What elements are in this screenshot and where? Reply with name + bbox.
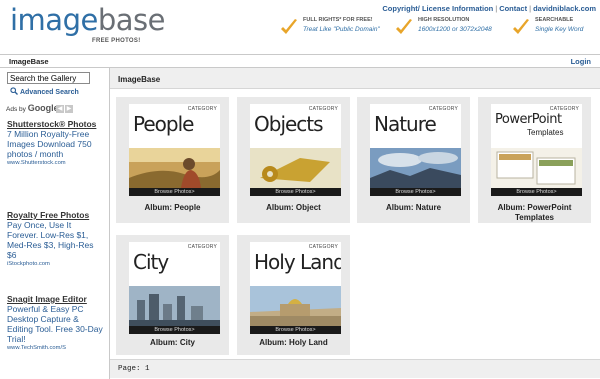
checkmark-icon: [396, 19, 412, 34]
ad-shutterstock[interactable]: Shutterstock® Photos 7 Million Royalty-F…: [7, 119, 103, 167]
feature-high-resolution: HIGH RESOLUTION 1600x1200 or 3072x2048: [395, 16, 505, 42]
feature-searchable: SEARCHABLE Single Key Word: [512, 16, 596, 42]
browse-photos-link[interactable]: Browse Photos>: [250, 188, 341, 196]
album-thumb-title: City: [133, 250, 169, 274]
category-label: CATEGORY: [187, 244, 217, 250]
album-label[interactable]: Album: People: [116, 203, 229, 213]
logo-text-base: base: [97, 3, 166, 37]
album-label[interactable]: Album: PowerPoint Templates: [478, 203, 591, 223]
logo-text-image: image: [10, 3, 98, 37]
album-thumbnail[interactable]: CATEGORY PowerPoint Templates Browse Pho…: [491, 104, 582, 196]
album-thumb-title: PowerPoint: [495, 112, 562, 127]
browse-photos-link[interactable]: Browse Photos>: [129, 326, 220, 334]
top-links: Copyright/ License Information | Contact | d…: [382, 4, 596, 13]
ads-next-icon[interactable]: ▶: [65, 105, 73, 113]
city-photo: [129, 286, 220, 326]
album-thumb-title: Nature: [374, 112, 437, 136]
album-tile-city[interactable]: CATEGORY City Browse Photos> Album: City: [116, 235, 229, 355]
nav-title[interactable]: ImageBase: [9, 57, 49, 66]
sidebar: Advanced Search Ads by Google ◀▶ Shutter…: [0, 68, 108, 379]
site-logo[interactable]: imagebase: [10, 6, 165, 35]
ad-snagit[interactable]: Snagit Image Editor Powerful & Easy PC D…: [7, 294, 103, 352]
feature-subtitle: 1600x1200 or 3072x2048: [418, 26, 492, 33]
powerpoint-photo: [491, 148, 582, 188]
feature-subtitle: Treat Like "Public Domain": [303, 26, 380, 33]
advanced-search-label: Advanced Search: [20, 89, 79, 96]
album-thumb-title: Holy Land: [254, 250, 341, 274]
ads-prev-icon[interactable]: ◀: [56, 105, 64, 113]
feature-title: SEARCHABLE: [535, 17, 574, 23]
feature-title: FULL RIGHTS* FOR FREE!: [303, 17, 373, 23]
ad-body[interactable]: Pay Once, Use It Forever. Low-Res $1, Me…: [7, 220, 103, 260]
logo-tagline: FREE PHOTOS!: [92, 38, 141, 44]
search-input[interactable]: [7, 72, 90, 84]
album-label[interactable]: Album: Object: [237, 203, 350, 213]
album-tile-powerpoint-templates[interactable]: CATEGORY PowerPoint Templates Browse Pho…: [478, 97, 591, 223]
ad-url[interactable]: www.TechSmith.com/S: [7, 344, 103, 352]
album-grid: CATEGORY People Browse Photos> Album: Pe…: [110, 90, 600, 356]
checkmark-icon: [513, 19, 529, 34]
site-header: imagebase FREE PHOTOS! Copyright/ Licens…: [0, 0, 600, 54]
ad-title[interactable]: Snagit Image Editor: [7, 294, 103, 304]
album-tile-nature[interactable]: CATEGORY Nature Browse Photos> Album: Na…: [357, 97, 470, 223]
main-title-bar: ImageBase: [110, 68, 600, 89]
album-label[interactable]: Album: Nature: [357, 203, 470, 213]
advanced-search-link[interactable]: Advanced Search: [10, 87, 79, 96]
album-tile-people[interactable]: CATEGORY People Browse Photos> Album: Pe…: [116, 97, 229, 223]
contact-link[interactable]: Contact: [499, 4, 527, 13]
ads-by-label: Ads by: [6, 106, 26, 113]
feature-full-rights: FULL RIGHTS* FOR FREE! Treat Like "Publi…: [280, 16, 400, 42]
browse-photos-link[interactable]: Browse Photos>: [129, 188, 220, 196]
objects-photo: [250, 148, 341, 188]
album-thumbnail[interactable]: CATEGORY City Browse Photos>: [129, 242, 220, 334]
login-link[interactable]: Login: [571, 57, 591, 66]
album-thumbnail[interactable]: CATEGORY Nature Browse Photos>: [370, 104, 461, 196]
ads-by-google[interactable]: Ads by Google: [6, 103, 59, 113]
ad-url[interactable]: iStockphoto.com: [7, 260, 103, 268]
album-thumb-subtitle: Templates: [527, 128, 564, 137]
feature-subtitle: Single Key Word: [535, 26, 584, 33]
browse-photos-link[interactable]: Browse Photos>: [370, 188, 461, 196]
album-label[interactable]: Album: City: [116, 338, 229, 348]
holy-land-photo: [250, 286, 341, 326]
album-thumb-title: People: [133, 112, 194, 136]
browse-photos-link[interactable]: Browse Photos>: [250, 326, 341, 334]
google-logo: Google: [27, 103, 59, 113]
album-tile-objects[interactable]: CATEGORY Objects Browse Photos> Album: O…: [237, 97, 350, 223]
page-number[interactable]: Page: 1: [118, 365, 150, 373]
browse-photos-link[interactable]: Browse Photos>: [491, 188, 582, 196]
ad-title[interactable]: Shutterstock® Photos: [7, 119, 103, 129]
main-title: ImageBase: [118, 75, 161, 84]
nav-bar: ImageBase Login: [0, 54, 600, 68]
album-tile-holy-land[interactable]: CATEGORY Holy Land Browse Photos> Album:…: [237, 235, 350, 355]
ad-istockphoto[interactable]: Royalty Free Photos Pay Once, Use It For…: [7, 210, 103, 268]
davidniblack-link[interactable]: davidniblack.com: [533, 4, 596, 13]
ad-body[interactable]: 7 Million Royalty-Free Images Download 7…: [7, 129, 103, 159]
album-thumbnail[interactable]: CATEGORY People Browse Photos>: [129, 104, 220, 196]
pager: Page: 1: [110, 359, 600, 378]
feature-title: HIGH RESOLUTION: [418, 17, 470, 23]
checkmark-icon: [281, 19, 297, 34]
album-label[interactable]: Album: Holy Land: [237, 338, 350, 348]
album-thumbnail[interactable]: CATEGORY Holy Land Browse Photos>: [250, 242, 341, 334]
album-thumb-title: Objects: [254, 112, 324, 136]
people-photo: [129, 148, 220, 188]
nature-photo: [370, 148, 461, 188]
ad-body[interactable]: Powerful & Easy PC Desktop Capture & Edi…: [7, 304, 103, 344]
album-thumbnail[interactable]: CATEGORY Objects Browse Photos>: [250, 104, 341, 196]
ads-nav: ◀ ▶: [56, 103, 74, 113]
main-content: ImageBase CATEGORY People Browse Photos>…: [109, 68, 600, 379]
ad-title[interactable]: Royalty Free Photos: [7, 210, 103, 220]
ad-url[interactable]: www.Shutterstock.com: [7, 159, 103, 167]
copyright-link[interactable]: Copyright/ License Information: [382, 4, 493, 13]
magnifier-icon: [10, 87, 18, 95]
